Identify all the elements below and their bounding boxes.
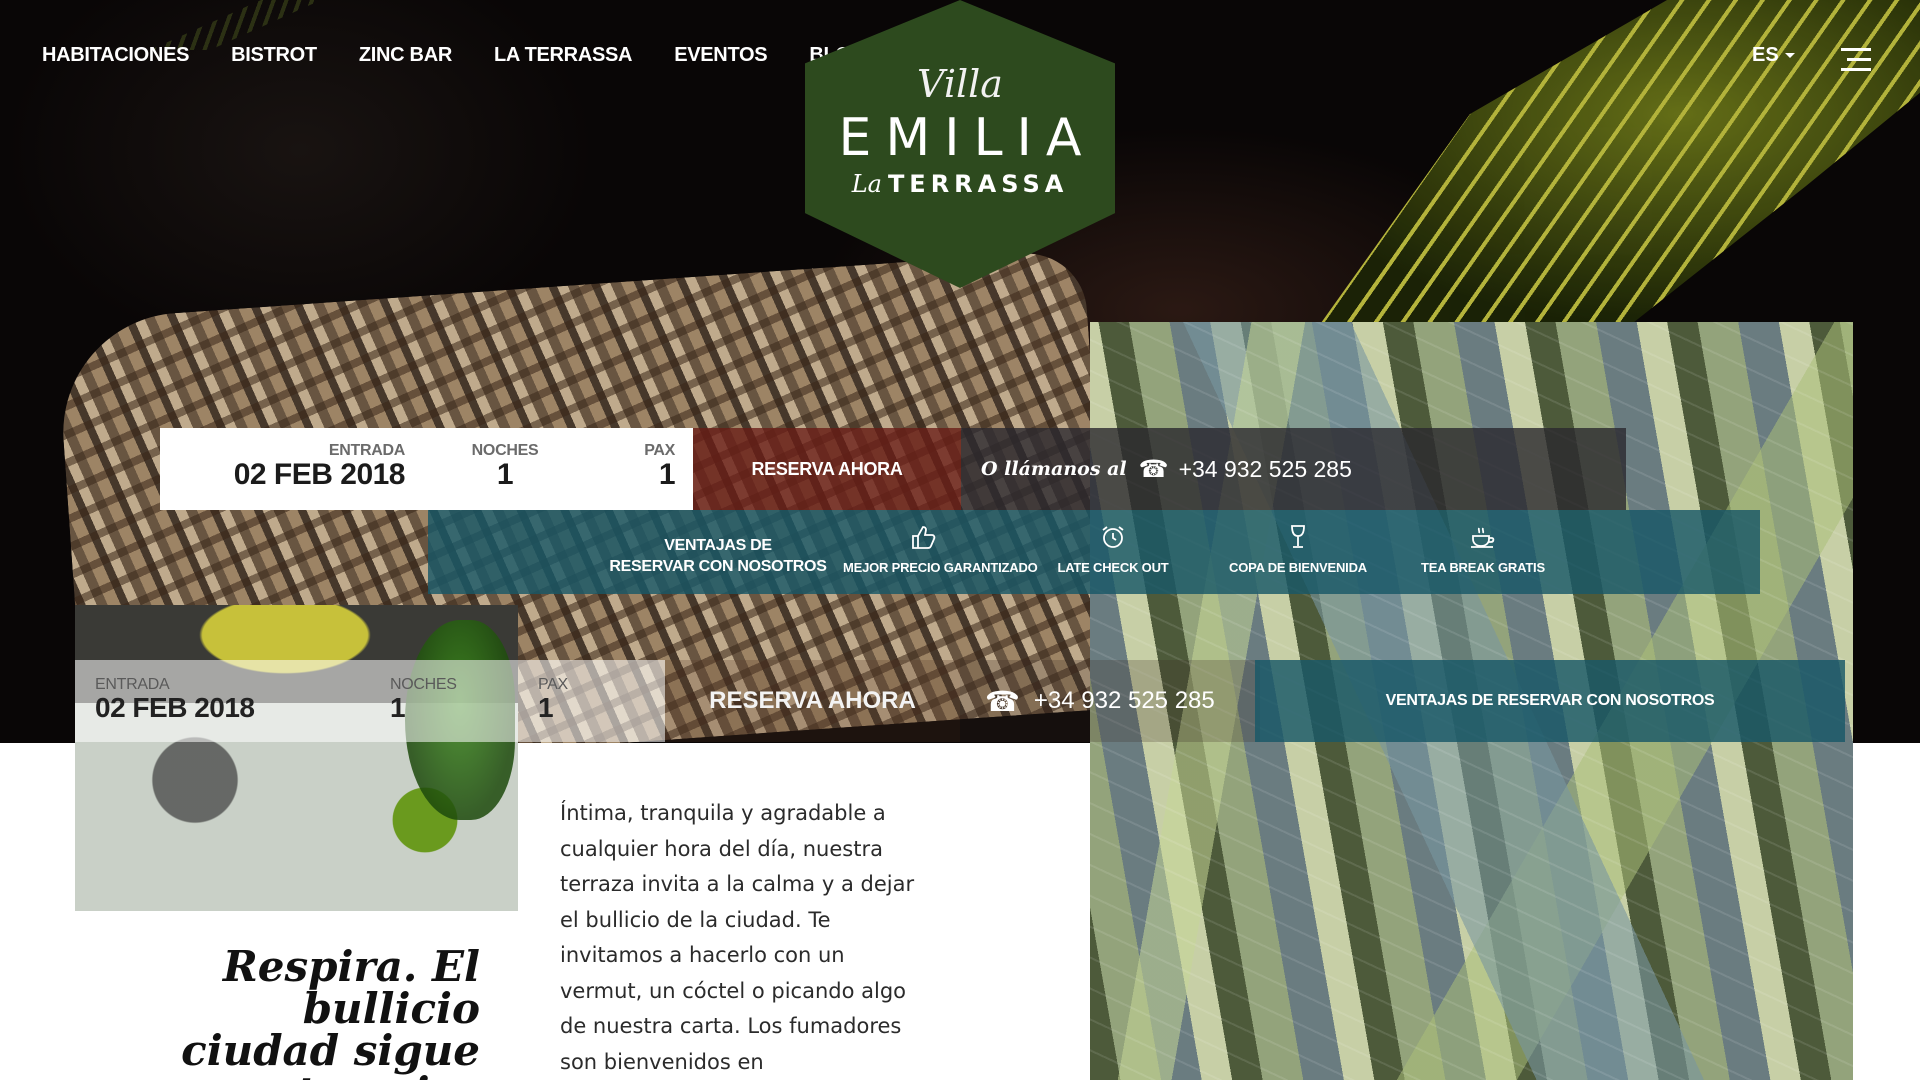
sticky-phone-number: +34 932 525 285 xyxy=(1033,687,1215,714)
sticky-check-in-value: 02 FEB 2018 xyxy=(95,692,255,723)
section-body-text: Íntima, tranquila y agradable a cualquie… xyxy=(560,801,915,1074)
hamburger-menu-icon[interactable] xyxy=(1841,48,1871,72)
alarm-clock-icon xyxy=(1048,524,1178,552)
benefit-late-checkout: LATE CHECK OUT xyxy=(1048,524,1178,575)
coffee-cup-icon xyxy=(1408,524,1558,552)
phone-number: +34 932 525 285 xyxy=(1178,455,1352,482)
logo-terrassa: La TERRASSA xyxy=(851,170,1069,198)
phone-icon: ☎ xyxy=(985,685,1020,717)
logo-emilia: EMILIA xyxy=(838,108,1096,168)
nav-item-zinc-bar[interactable]: ZINC BAR xyxy=(359,44,452,67)
section-headline: Respira. El bullicio ciudad sigue a tus … xyxy=(181,942,480,1080)
nav-item-eventos[interactable]: EVENTOS xyxy=(674,44,767,67)
sticky-actions: RESERVA AHORA ☎ +34 932 525 285 VENTAJAS… xyxy=(665,660,1845,742)
sticky-reserve-now-button[interactable]: RESERVA AHORA xyxy=(665,660,960,742)
nav-item-bistrot[interactable]: BISTROT xyxy=(231,44,317,67)
check-in-field[interactable]: ENTRADA 02 FEB 2018 xyxy=(180,442,406,492)
phone-icon: ☎ xyxy=(1138,455,1169,483)
booking-benefits-bar: VENTAJAS DE RESERVAR CON NOSOTROS MEJOR … xyxy=(428,510,1760,594)
chevron-down-icon xyxy=(1784,53,1795,59)
sticky-call-us[interactable]: ☎ +34 932 525 285 xyxy=(960,660,1260,742)
call-us-bar[interactable]: O llámanos al ☎ +34 932 525 285 xyxy=(961,428,1626,510)
benefit-tea-break: TEA BREAK GRATIS xyxy=(1408,524,1558,575)
language-label: ES xyxy=(1752,44,1779,66)
nav-item-habitaciones[interactable]: HABITACIONES xyxy=(42,44,189,67)
benefit-best-price: MEJOR PRECIO GARANTIZADO xyxy=(843,524,1038,575)
sticky-check-in-field[interactable]: ENTRADA 02 FEB 2018 xyxy=(95,676,255,724)
cocktail-image xyxy=(75,605,518,911)
logo-villa: Villa xyxy=(917,62,1003,106)
nights-value: 1 xyxy=(496,458,514,491)
sticky-advantages-button[interactable]: VENTAJAS DE RESERVAR CON NOSOTROS xyxy=(1255,660,1845,742)
sticky-nights-field[interactable]: NOCHES 1 xyxy=(390,676,457,724)
nav-item-la-terrassa[interactable]: LA TERRASSA xyxy=(494,44,632,67)
wine-glass-icon xyxy=(1218,524,1378,552)
thumbs-up-icon xyxy=(843,524,1003,552)
sticky-guests-value: 1 xyxy=(538,692,554,723)
call-us-text: O llámanos al xyxy=(981,458,1127,480)
benefits-title: VENTAJAS DE RESERVAR CON NOSOTROS xyxy=(609,537,827,575)
check-in-value: 02 FEB 2018 xyxy=(233,458,406,491)
palm-leaf-image xyxy=(150,0,350,50)
language-selector[interactable]: ES xyxy=(1752,44,1795,67)
sticky-nights-value: 1 xyxy=(390,692,406,723)
guests-value: 1 xyxy=(658,458,676,491)
guests-field[interactable]: PAX 1 xyxy=(600,442,675,492)
main-nav: HABITACIONES BISTROT ZINC BAR LA TERRASS… xyxy=(42,44,908,67)
booking-form: ENTRADA 02 FEB 2018 NOCHES 1 PAX 1 xyxy=(160,428,693,510)
sticky-booking-form: ENTRADA 02 FEB 2018 NOCHES 1 PAX 1 xyxy=(75,660,665,742)
nights-field[interactable]: NOCHES 1 xyxy=(460,442,550,492)
sticky-guests-field[interactable]: PAX 1 xyxy=(538,676,568,724)
benefit-welcome-drink: COPA DE BIENVENIDA xyxy=(1218,524,1378,575)
reserve-now-button[interactable]: RESERVA AHORA xyxy=(693,428,961,510)
palm-frond-image xyxy=(1316,0,1920,330)
